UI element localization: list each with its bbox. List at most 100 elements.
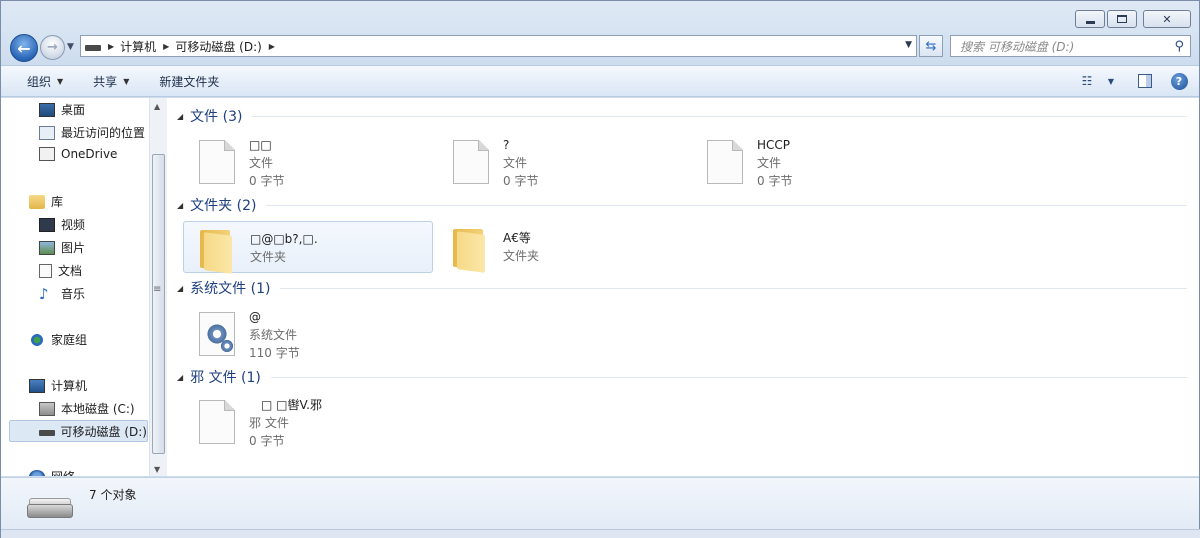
window-bottom-border <box>1 529 1200 538</box>
file-list: ◢ 文件 (3) □□ 文件 0 字节 ? 文件 0 字节 HCCP 文件 0 … <box>167 98 1199 476</box>
folder-name: □@□b?,□. <box>250 232 318 246</box>
nav-item-label: 可移动磁盘 (D:) <box>60 424 147 439</box>
nav-item-label: 文档 <box>58 264 83 278</box>
system-file-icon <box>193 310 241 358</box>
address-dropdown-icon[interactable]: ▼ <box>905 40 912 50</box>
folder-tile[interactable]: □@□b?,□. 文件夹 <box>183 221 433 274</box>
group-header-folders[interactable]: ◢ 文件夹 (2) <box>167 195 1187 215</box>
group-title: 邪 文件 (1) <box>190 370 261 386</box>
scrollbar-grip-icon: ≡ <box>153 284 162 295</box>
file-tile[interactable]: □ □辔V.邪 邪 文件 0 字节 <box>183 396 433 448</box>
nav-item-libraries[interactable]: 库 <box>29 193 63 210</box>
explorer-window: ✕ ← → ▼ ▶ 计算机 ▶ 可移动磁盘 (D:) ▶ ▼ ⇆ 搜索 可移动磁… <box>0 0 1200 538</box>
folder-type: 文件夹 <box>503 249 540 263</box>
file-name: @ <box>249 310 261 324</box>
nav-item-network[interactable]: 网络 <box>29 468 75 476</box>
refresh-button[interactable]: ⇆ <box>919 35 943 57</box>
collapse-icon[interactable]: ◢ <box>177 201 183 210</box>
forward-arrow-icon: → <box>47 40 58 55</box>
file-icon <box>447 138 495 186</box>
address-bar[interactable]: ▶ 计算机 ▶ 可移动磁盘 (D:) ▶ ▼ <box>80 35 917 57</box>
nav-item-label: 计算机 <box>51 379 88 393</box>
file-type: 文件 <box>757 156 782 170</box>
scroll-down-icon[interactable]: ▼ <box>154 465 160 474</box>
view-icon: ☷ <box>1081 74 1093 88</box>
breadcrumb-computer[interactable]: 计算机 <box>120 38 156 55</box>
breadcrumb-removable-drive[interactable]: 可移动磁盘 (D:) <box>175 38 261 55</box>
file-type: 文件 <box>503 156 528 170</box>
nav-item-computer[interactable]: 计算机 <box>29 377 87 394</box>
search-input[interactable]: 搜索 可移动磁盘 (D:) ⚲ <box>950 35 1191 57</box>
change-view-button[interactable]: ☷ <box>1077 71 1097 91</box>
new-folder-label: 新建文件夹 <box>159 74 220 89</box>
file-name: □ □辔V.邪 <box>261 398 322 412</box>
nav-item-recent-places[interactable]: 最近访问的位置 <box>39 124 145 141</box>
view-options-dropdown[interactable]: ▼ <box>1101 71 1121 91</box>
desktop-icon <box>39 102 55 117</box>
collapse-icon[interactable]: ◢ <box>177 284 183 293</box>
file-type: 邪 文件 <box>249 416 289 430</box>
group-header-other-files[interactable]: ◢ 邪 文件 (1) <box>167 367 1187 387</box>
nav-item-local-disk[interactable]: 本地磁盘 (C:) <box>39 400 135 417</box>
close-button[interactable]: ✕ <box>1143 10 1191 28</box>
nav-item-label: 库 <box>51 195 64 209</box>
nav-item-onedrive[interactable]: OneDrive <box>39 147 117 161</box>
navigation-scrollbar[interactable]: ▲ ≡ ▼ <box>149 98 167 476</box>
file-size: 0 字节 <box>503 174 539 188</box>
nav-item-documents[interactable]: 文档 <box>39 262 82 279</box>
computer-icon <box>29 378 45 393</box>
system-file-tile[interactable]: @ 系统文件 110 字节 <box>183 308 433 360</box>
scroll-up-icon[interactable]: ▲ <box>154 102 160 111</box>
file-name: HCCP <box>757 138 791 152</box>
removable-drive-icon <box>27 498 73 520</box>
nav-item-label: 图片 <box>61 241 86 255</box>
nav-item-videos[interactable]: 视频 <box>39 216 85 233</box>
group-header-system-files[interactable]: ◢ 系统文件 (1) <box>167 278 1187 298</box>
file-name: □□ <box>249 138 272 152</box>
collapse-icon[interactable]: ◢ <box>177 373 183 382</box>
chevron-right-icon[interactable]: ▶ <box>163 42 169 51</box>
maximize-button[interactable] <box>1107 10 1137 28</box>
chevron-right-icon[interactable]: ▶ <box>269 42 275 51</box>
pictures-icon <box>39 240 55 255</box>
nav-item-music[interactable]: ♪ 音乐 <box>39 285 85 302</box>
group-header-files[interactable]: ◢ 文件 (3) <box>167 106 1187 126</box>
chevron-right-icon[interactable]: ▶ <box>108 42 114 51</box>
back-button[interactable]: ← <box>10 34 38 62</box>
documents-icon <box>39 263 52 278</box>
chevron-down-icon: ▼ <box>123 76 130 86</box>
nav-item-pictures[interactable]: 图片 <box>39 239 85 256</box>
help-button[interactable]: ? <box>1169 71 1189 91</box>
recent-pages-dropdown[interactable]: ▼ <box>67 42 74 52</box>
nav-item-label: 家庭组 <box>51 333 88 347</box>
preview-pane-button[interactable] <box>1135 71 1155 91</box>
chevron-down-icon: ▼ <box>57 76 64 86</box>
back-arrow-icon: ← <box>17 38 31 58</box>
group-divider <box>270 376 1187 378</box>
nav-item-homegroup[interactable]: 家庭组 <box>29 331 87 348</box>
file-type: 系统文件 <box>249 328 298 342</box>
organize-menu[interactable]: 组织 ▼ <box>27 73 63 90</box>
collapse-icon[interactable]: ◢ <box>177 112 183 121</box>
forward-button[interactable]: → <box>40 35 65 60</box>
group-divider <box>252 115 1187 117</box>
file-tile[interactable]: HCCP 文件 0 字节 <box>691 136 941 188</box>
nav-item-label: 网络 <box>51 468 75 476</box>
caption-buttons: ✕ <box>1073 10 1191 28</box>
nav-item-label: 最近访问的位置 <box>61 126 146 140</box>
homegroup-icon <box>29 332 45 347</box>
nav-item-desktop[interactable]: 桌面 <box>39 101 85 118</box>
file-tile[interactable]: ? 文件 0 字节 <box>437 136 687 188</box>
nav-item-removable-drive[interactable]: 可移动磁盘 (D:) <box>9 420 148 442</box>
folder-icon <box>447 223 495 273</box>
folder-tile[interactable]: A€等 文件夹 <box>437 221 687 273</box>
file-tile[interactable]: □□ 文件 0 字节 <box>183 136 433 188</box>
search-icon[interactable]: ⚲ <box>1174 39 1184 54</box>
nav-item-label: 视频 <box>61 218 86 232</box>
close-icon: ✕ <box>1162 12 1172 26</box>
share-menu[interactable]: 共享 ▼ <box>93 73 129 90</box>
new-folder-button[interactable]: 新建文件夹 <box>159 73 219 90</box>
nav-item-label: 音乐 <box>61 287 86 301</box>
minimize-button[interactable] <box>1075 10 1105 28</box>
scrollbar-thumb[interactable] <box>152 154 165 454</box>
